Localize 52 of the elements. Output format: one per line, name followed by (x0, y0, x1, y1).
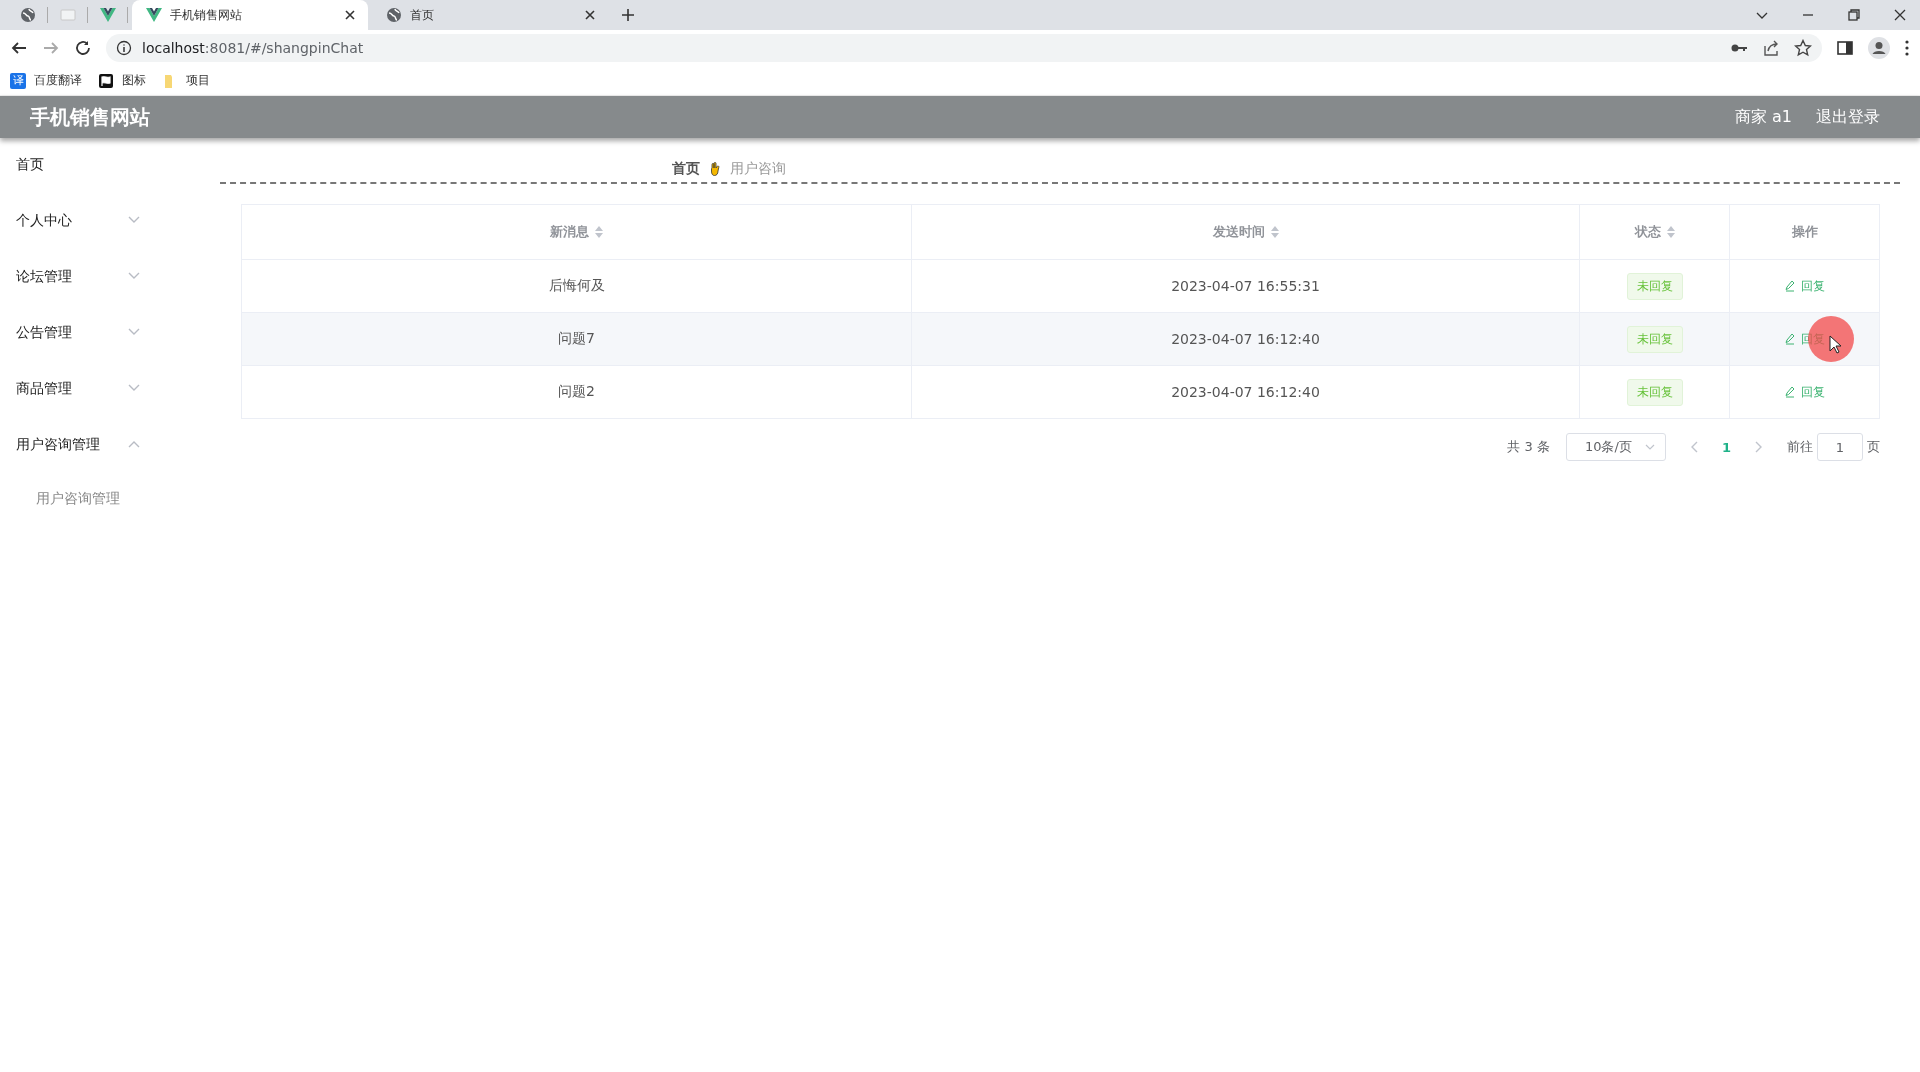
username: 商家 a1 (1734, 106, 1792, 128)
edit-icon (1784, 280, 1795, 292)
status-tag: 未回复 (1626, 272, 1683, 300)
table-cell: 2023-04-07 16:12:40 (911, 313, 1579, 365)
vue-logo-icon (146, 7, 162, 23)
globe-icon[interactable] (19, 7, 36, 23)
breadcrumb-item: 用户咨询 (730, 160, 786, 178)
table-row[interactable]: 问题2 2023-04-07 16:12:40 未回复 回复 (242, 365, 1879, 418)
reload-icon[interactable] (74, 39, 92, 57)
column-header: 操作 (1729, 205, 1879, 259)
browser-tab[interactable]: 首页 (372, 0, 608, 30)
bookmark[interactable]: 译 百度翻译 (10, 72, 82, 89)
info-icon (116, 40, 132, 56)
hand-icon (710, 162, 720, 176)
status-tag: 未回复 (1626, 325, 1683, 353)
site-title: 手机销售网站 (30, 103, 150, 131)
side-panel-icon[interactable] (1836, 39, 1854, 57)
page-size-select[interactable]: 10条/页 (1565, 433, 1666, 461)
profile-icon[interactable] (1868, 37, 1890, 59)
bookmark[interactable]: 项目 (162, 72, 210, 89)
menu-item[interactable]: 商品管理 (0, 372, 190, 428)
table-cell: 2023-04-07 16:12:40 (911, 366, 1579, 418)
page-suffix: 页 (1867, 438, 1880, 456)
chevron-down-icon (1644, 444, 1655, 450)
restore-icon[interactable] (1846, 7, 1862, 23)
table-cell-text: 问题7 (557, 329, 596, 348)
menu-item[interactable]: 公告管理 (0, 316, 190, 372)
page-input[interactable]: 1 (1817, 433, 1863, 461)
menu-icon[interactable] (1904, 39, 1910, 57)
total-count: 共 3 条 (1507, 438, 1550, 456)
goto-label: 前往 (1787, 438, 1813, 456)
address-field[interactable]: localhost:8081/#/shangpinChat (106, 34, 1822, 62)
globe-icon (386, 7, 402, 23)
share-icon[interactable] (1762, 39, 1780, 57)
bookmark[interactable]: 图标 (98, 72, 146, 89)
edit-icon (1784, 333, 1795, 345)
star-icon[interactable] (1794, 39, 1812, 57)
menu-item[interactable]: 用户咨询管理 (0, 428, 190, 484)
edit-icon (1784, 386, 1795, 398)
menu-item[interactable]: 首页 (0, 148, 190, 204)
menu-item[interactable]: 个人中心 (0, 204, 190, 260)
table-cell-text: 后悔何及 (547, 276, 606, 295)
status-tag: 未回复 (1626, 378, 1683, 406)
menu-item[interactable]: 论坛管理 (0, 260, 190, 316)
close-icon[interactable] (1892, 7, 1908, 23)
flag-icon (98, 72, 114, 89)
table-cell-text: 问题2 (557, 382, 596, 401)
breadcrumb-item[interactable]: 首页 (672, 160, 700, 178)
browser-tab[interactable]: 手机销售网站 (132, 0, 368, 30)
vue-logo-icon[interactable] (99, 7, 116, 23)
new-tab-icon[interactable] (620, 7, 636, 23)
submenu-item[interactable]: 用户咨询管理 (0, 484, 190, 508)
